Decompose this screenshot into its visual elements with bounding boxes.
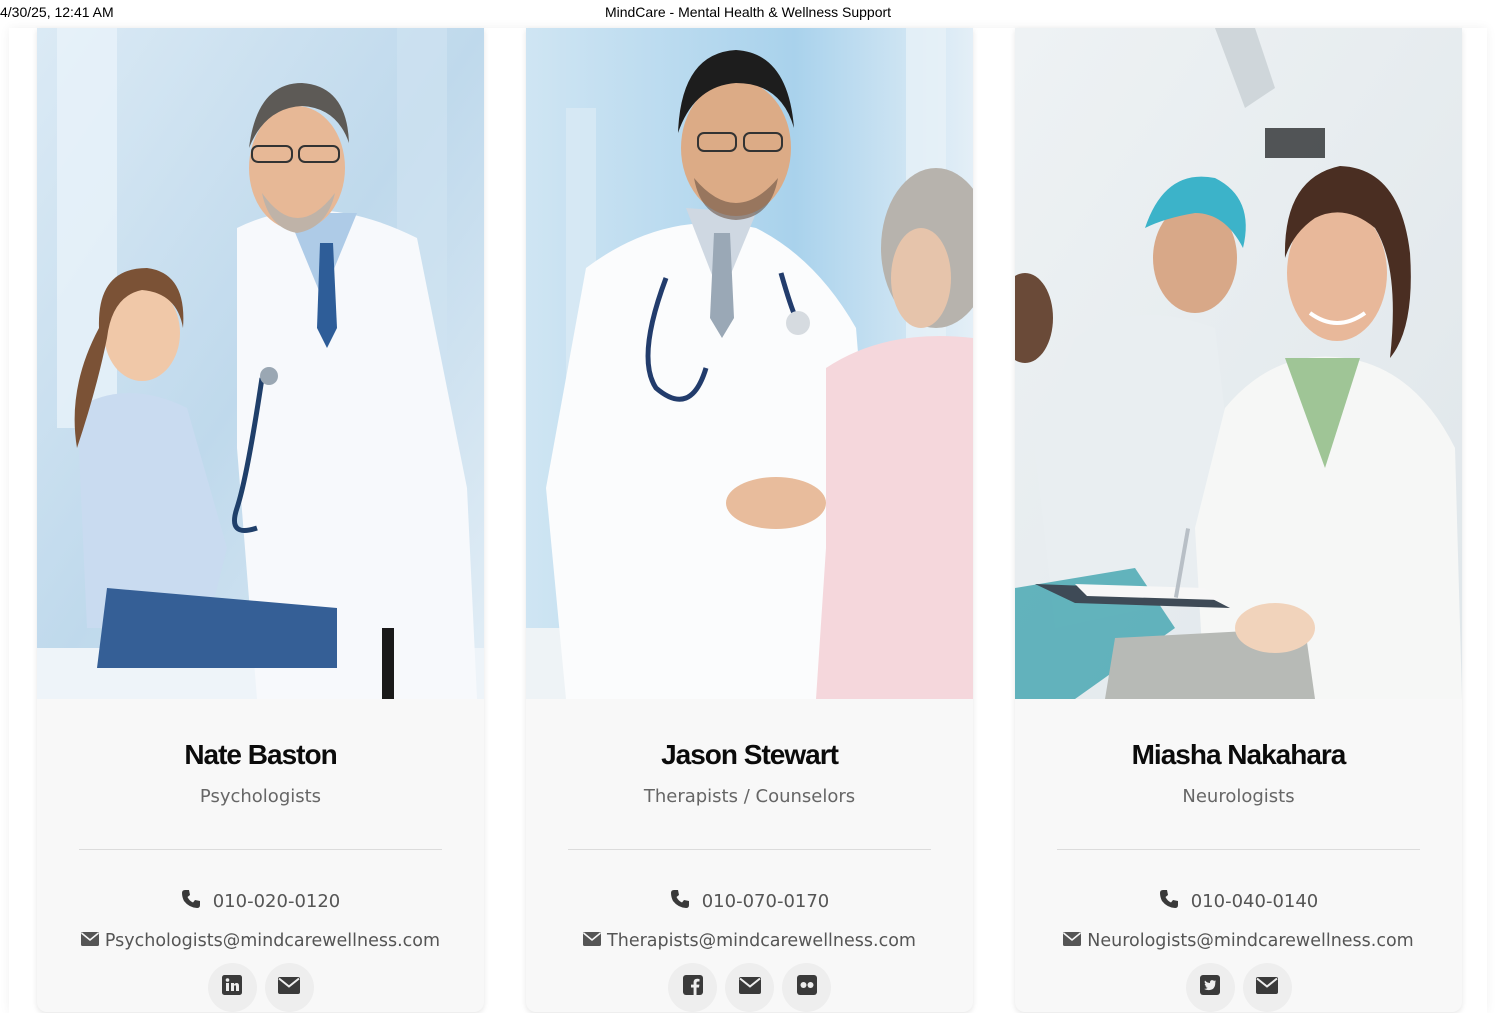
member-name: Jason Stewart [661, 739, 839, 770]
social-links [37, 963, 484, 1012]
email-button[interactable] [725, 963, 774, 1012]
twitter-icon [1200, 975, 1220, 1000]
member-photo [1015, 28, 1462, 699]
team-section: Nate Baston Psychologists 010-020-0120 P… [9, 28, 1487, 1013]
member-name: Miasha Nakahara [1131, 739, 1347, 770]
member-photo [37, 28, 484, 699]
email-address[interactable]: Psychologists@mindcarewellness.com [105, 931, 440, 951]
envelope-icon [583, 931, 602, 951]
member-phone: 010-070-0170 [526, 889, 973, 914]
envelope-icon [80, 931, 99, 951]
print-header: 4/30/25, 12:41 AM MindCare - Mental Heal… [0, 0, 1496, 24]
member-phone: 010-020-0120 [37, 889, 484, 914]
email-button[interactable] [1242, 963, 1292, 1012]
social-links [1015, 963, 1462, 1012]
phone-number[interactable]: 010-070-0170 [702, 891, 830, 912]
member-role: Neurologists [1182, 786, 1295, 807]
linkedin-button[interactable] [207, 963, 257, 1012]
member-name: Nate Baston [184, 739, 337, 770]
envelope-icon [738, 976, 761, 999]
member-photo [526, 28, 973, 699]
facebook-button[interactable] [668, 963, 717, 1012]
social-links [526, 963, 973, 1012]
member-phone: 010-040-0140 [1015, 889, 1462, 914]
envelope-icon [278, 976, 300, 999]
print-page-title: MindCare - Mental Health & Wellness Supp… [604, 4, 892, 20]
divider [79, 849, 442, 850]
phone-icon [670, 889, 690, 914]
member-email: Psychologists@mindcarewellness.com [37, 931, 484, 951]
divider [568, 849, 931, 850]
member-role: Therapists / Counselors [643, 786, 856, 807]
member-role: Psychologists [199, 786, 322, 807]
flickr-icon [796, 975, 817, 1000]
envelope-icon [1256, 976, 1278, 999]
member-email: Neurologists@mindcarewellness.com [1015, 931, 1462, 951]
member-email: Therapists@mindcarewellness.com [526, 931, 973, 951]
phone-number[interactable]: 010-040-0140 [1191, 891, 1319, 912]
phone-icon [181, 889, 201, 914]
email-address[interactable]: Therapists@mindcarewellness.com [607, 931, 916, 951]
email-button[interactable] [264, 963, 314, 1012]
phone-icon [1159, 889, 1179, 914]
team-card: Jason Stewart Therapists / Counselors 01… [526, 28, 973, 1012]
team-card: Nate Baston Psychologists 010-020-0120 P… [37, 28, 484, 1012]
twitter-button[interactable] [1185, 963, 1235, 1012]
team-card: Miasha Nakahara Neurologists 010-040-014… [1015, 28, 1462, 1012]
phone-number[interactable]: 010-020-0120 [213, 891, 341, 912]
linkedin-icon [222, 975, 242, 1000]
envelope-icon [1063, 931, 1082, 951]
divider [1057, 849, 1420, 850]
email-address[interactable]: Neurologists@mindcarewellness.com [1087, 931, 1413, 951]
flickr-button[interactable] [782, 963, 831, 1012]
facebook-icon [682, 975, 703, 1000]
